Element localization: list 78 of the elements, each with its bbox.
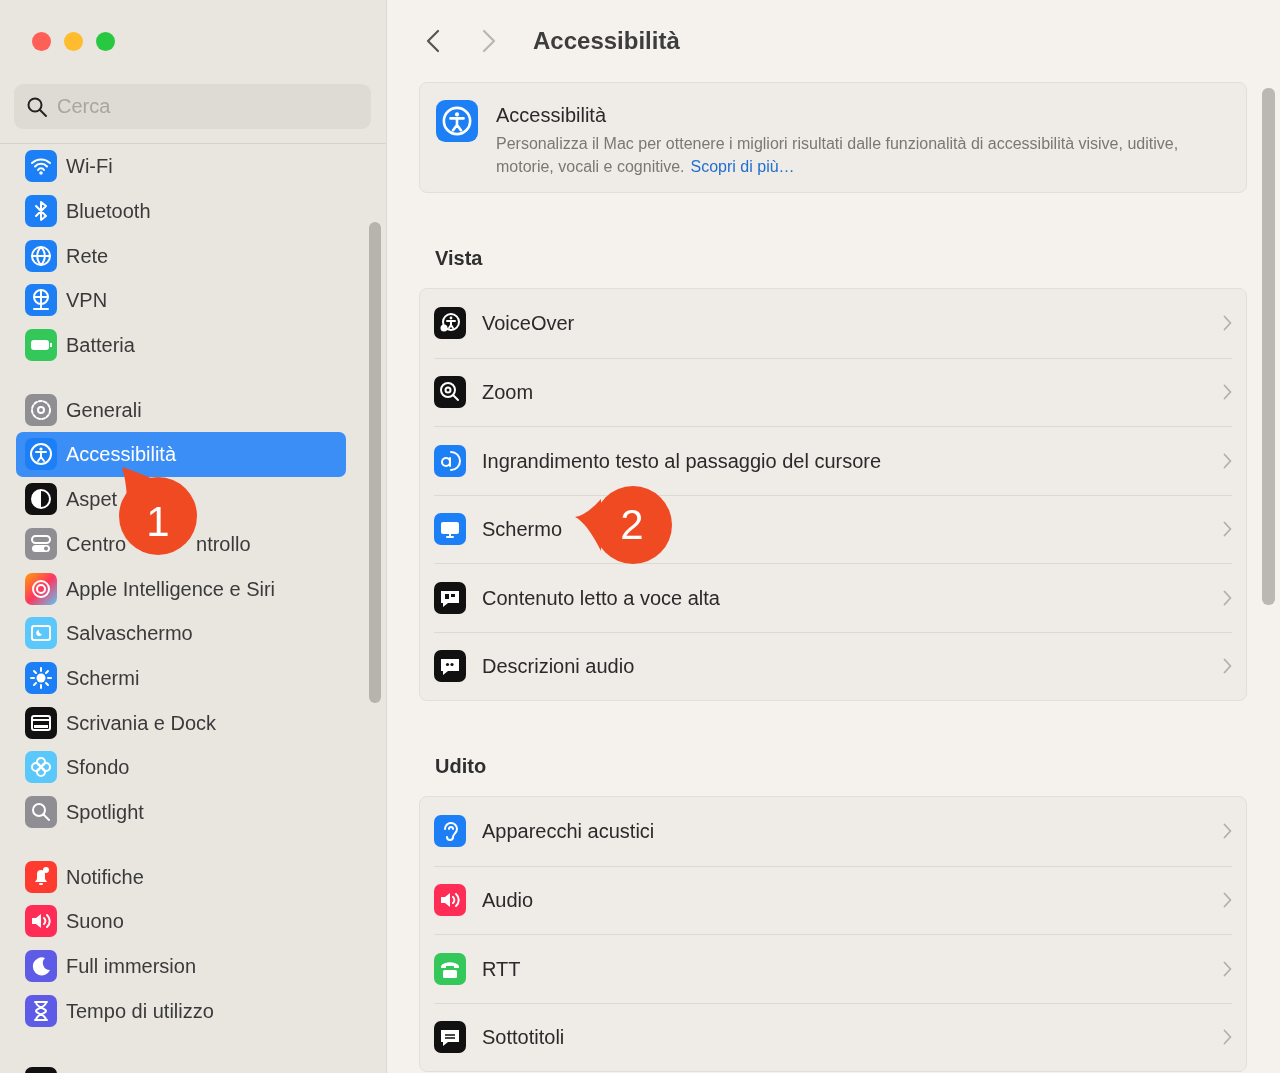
caption-bubble-icon — [434, 1021, 466, 1054]
sidebar-item[interactable]: Salvaschermo — [16, 610, 346, 656]
bell-icon — [25, 860, 57, 893]
intro-title: Accessibilità — [496, 103, 608, 128]
chevron-icon — [1223, 960, 1232, 977]
sidebar-label[interactable]: Aspet — [66, 484, 118, 515]
learn-more-link[interactable]: Scopri di più… — [690, 158, 795, 175]
settings-row[interactable]: Descrizioni audio — [434, 631, 1232, 700]
speaker-icon — [434, 884, 466, 917]
accessibility-icon — [25, 438, 57, 471]
chevron-icon — [1223, 589, 1232, 606]
flower-icon — [25, 751, 57, 784]
section-heading: Udito — [435, 754, 488, 779]
chevron-icon — [1223, 521, 1232, 538]
quote-bubble-icon — [434, 650, 466, 683]
sidebar-item[interactable]: Bluetooth — [16, 188, 346, 234]
speech-bubble-icon — [434, 581, 466, 614]
chevron-icon — [1223, 892, 1232, 909]
window-icon — [25, 706, 57, 739]
sidebar-item[interactable]: Suono — [16, 899, 346, 944]
minimize-button[interactable] — [64, 32, 83, 51]
chevron-icon — [1223, 1029, 1232, 1046]
moon-icon — [25, 950, 57, 983]
ear-icon — [434, 815, 466, 848]
accessibility-icon — [436, 100, 478, 142]
sidebar-item[interactable]: Rete — [16, 233, 346, 279]
search-icon — [25, 795, 57, 828]
sidebar-item[interactable]: Spotlight — [16, 789, 346, 835]
globe-icon — [25, 284, 57, 317]
scrollbar[interactable] — [1262, 88, 1275, 605]
settings-row[interactable]: VoiceOver — [434, 289, 1232, 358]
sidebar-item[interactable]: Notifiche — [16, 854, 346, 899]
sidebar-item[interactable]: Scrivania e Dock — [16, 700, 346, 745]
battery-icon — [25, 329, 57, 362]
accessibility-icon — [434, 307, 466, 340]
zoom-button[interactable] — [96, 32, 115, 51]
sidebar-item[interactable]: Batteria — [16, 322, 346, 368]
sidebar-item[interactable]: Generali — [16, 387, 346, 433]
settings-row[interactable]: RTT — [434, 934, 1232, 1003]
sidebar-item[interactable]: Apple Intelligence e Siri — [16, 566, 346, 611]
settings-row[interactable]: Audio — [434, 865, 1232, 934]
sidebar-item[interactable]: VPN — [16, 278, 346, 323]
toggles-icon — [25, 527, 57, 560]
screen-moon-icon — [25, 617, 57, 650]
chevron-icon — [1223, 658, 1232, 675]
sidebar-label[interactable]: Centro — [66, 528, 127, 559]
speaker-icon — [25, 905, 57, 938]
sidebar-item[interactable]: Full immersion — [16, 943, 346, 989]
forward-icon — [482, 29, 496, 53]
back-icon — [426, 29, 440, 53]
sun-icon — [25, 661, 57, 694]
monitor-icon — [434, 513, 466, 546]
intro-description: Personalizza il Mac per ottenere i migliori risultati dalle funzionalità di accessibilità visive, uditive, motorie, vocali e cognitive. Scopri di più… — [496, 134, 1180, 177]
chevron-icon — [1223, 384, 1232, 401]
sidebar-item[interactable]: Sfondo — [16, 744, 346, 790]
hourglass-icon — [25, 994, 57, 1027]
sidebar-item[interactable]: Tempo di utilizzo — [16, 988, 346, 1034]
globe-icon — [25, 239, 57, 272]
close-button[interactable] — [32, 32, 51, 51]
scrollbar[interactable] — [369, 222, 381, 703]
rings-icon — [25, 572, 57, 605]
chevron-icon — [1223, 452, 1232, 469]
settings-row[interactable]: Zoom — [434, 357, 1232, 426]
chevron-icon — [1223, 823, 1232, 840]
sidebar-label[interactable]: ntrollo — [196, 528, 251, 559]
settings-row[interactable]: Sottotitoli — [434, 1002, 1232, 1071]
phone-icon — [434, 952, 466, 985]
chevron-icon — [1223, 315, 1232, 332]
search-icon — [26, 96, 48, 118]
sidebar-item[interactable]: Schermi — [16, 655, 346, 701]
sidebar-item[interactable]: Wi-Fi — [16, 144, 346, 189]
section-heading: Vista — [435, 246, 484, 271]
bluetooth-icon — [25, 195, 57, 228]
settings-row[interactable]: Apparecchi acustici — [434, 797, 1232, 866]
page-title: Accessibilità — [533, 26, 680, 56]
settings-row[interactable]: Contenuto letto a voce alta — [434, 563, 1232, 632]
magnifier-icon — [434, 376, 466, 409]
wifi-icon — [25, 150, 57, 183]
